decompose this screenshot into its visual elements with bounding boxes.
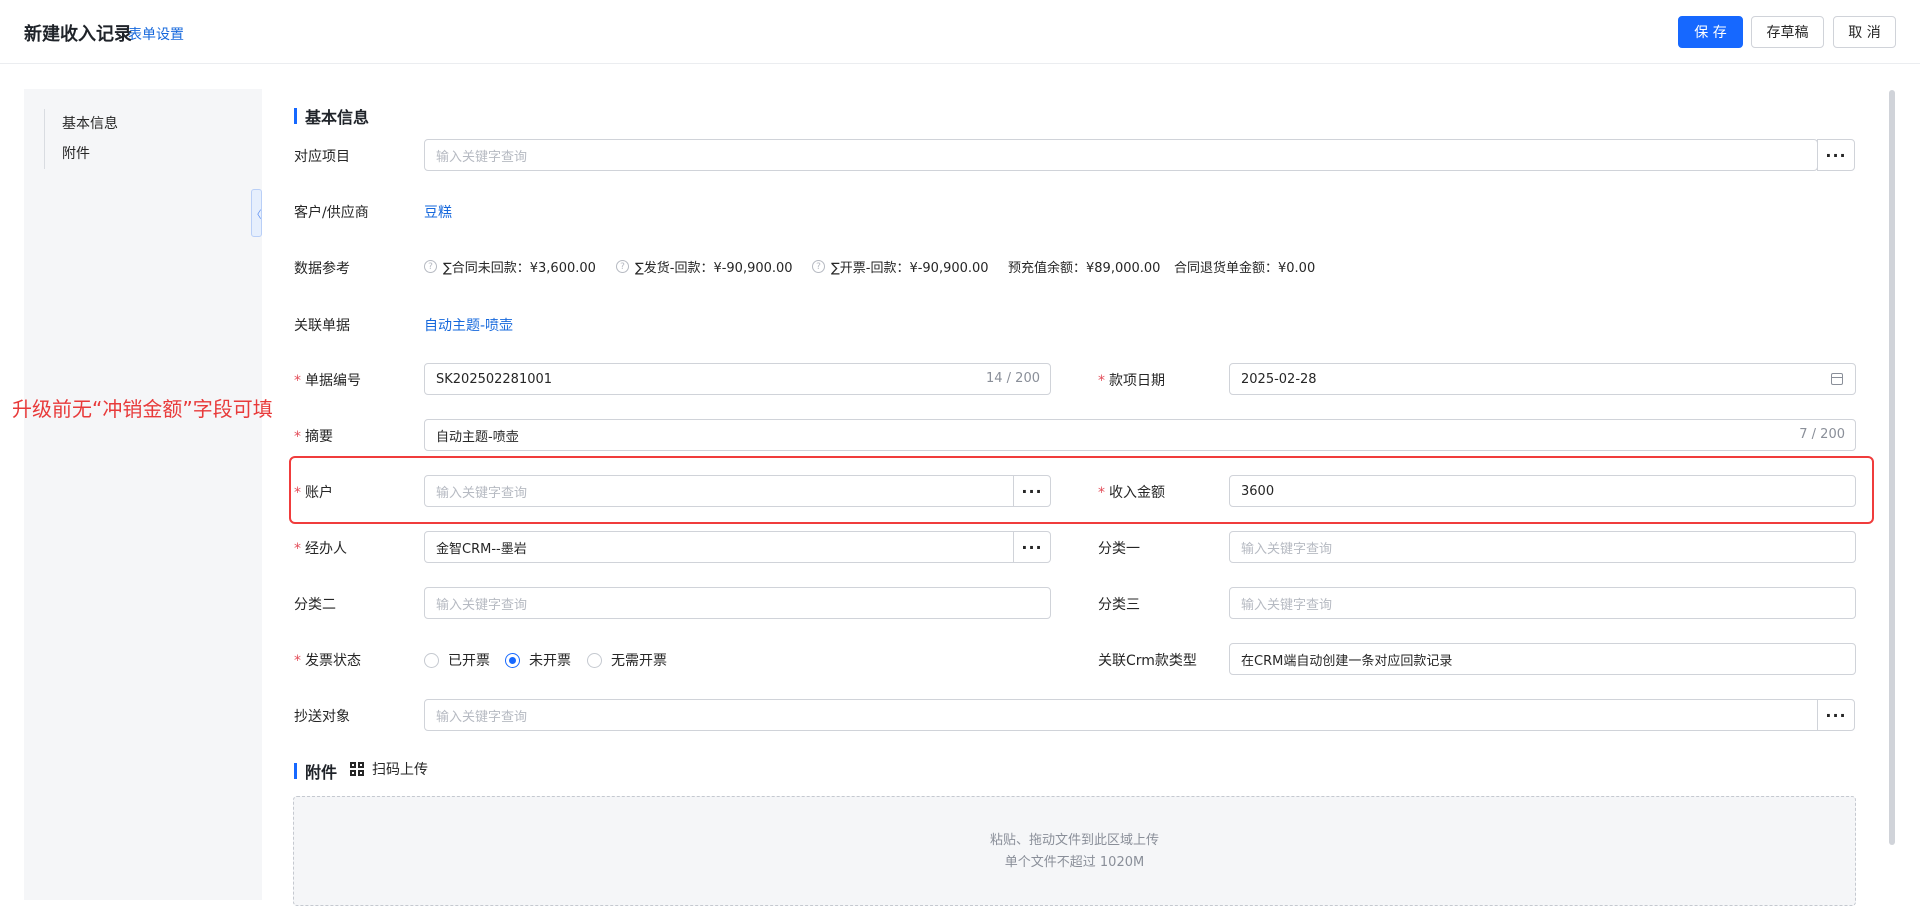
qr-code-icon: [350, 762, 364, 776]
category2-label: 分类二: [294, 597, 336, 613]
radio-circle: [424, 652, 439, 668]
summary-input[interactable]: 自动主题-喷壶 7 / 200: [424, 419, 1856, 451]
category1-input[interactable]: 输入关键字查询: [1229, 531, 1856, 563]
category3-input[interactable]: 输入关键字查询: [1229, 587, 1856, 619]
income-amount-label: * 收入金额: [1098, 485, 1165, 501]
page-title: 新建收入记录: [24, 24, 132, 45]
save-draft-button[interactable]: 存草稿: [1751, 16, 1824, 48]
cc-input[interactable]: 输入关键字查询: [424, 699, 1818, 731]
top-bar: 新建收入记录 表单设置 保 存 存草稿 取 消: [0, 0, 1920, 64]
sidebar-nav: 基本信息 附件: [44, 109, 118, 169]
project-input[interactable]: 输入关键字查询: [424, 139, 1818, 171]
handler-label: * 经办人: [294, 541, 347, 557]
ref-return-amount: 合同退货单金额：¥0.00: [1174, 261, 1316, 276]
related-doc-label: 关联单据: [294, 318, 350, 334]
crm-type-select[interactable]: 在CRM端自动创建一条对应回款记录: [1229, 643, 1856, 675]
related-doc-link[interactable]: 自动主题-喷壶: [424, 315, 513, 335]
payment-date-label: * 款项日期: [1098, 373, 1165, 389]
ref-contract-unpaid: ? ∑合同未回款：¥3,600.00: [424, 257, 596, 276]
help-icon[interactable]: ?: [812, 260, 825, 273]
section-title-basic-info: 基本信息: [294, 104, 369, 128]
category1-label: 分类一: [1098, 541, 1140, 557]
category3-label: 分类三: [1098, 597, 1140, 613]
sidebar: 基本信息 附件: [24, 89, 262, 900]
account-input[interactable]: 输入关键字查询: [424, 475, 1014, 507]
sidebar-collapse-handle[interactable]: 〈: [251, 189, 262, 237]
annotation-text: 升级前无“冲销金额”字段可填: [12, 397, 273, 421]
upload-hint-line1: 粘贴、拖动文件到此区域上传: [989, 833, 1159, 848]
cc-picker-button[interactable]: ···: [1817, 699, 1855, 731]
project-label: 对应项目: [294, 149, 350, 165]
chevron-left-icon: 〈: [251, 209, 262, 221]
save-button[interactable]: 保 存: [1678, 16, 1743, 48]
radio-circle-selected: [505, 652, 520, 668]
summary-label: * 摘要: [294, 429, 333, 445]
sidebar-item-attachments[interactable]: 附件: [62, 139, 118, 169]
ref-invoice-payment: ? ∑开票-回款：¥-90,900.00: [812, 257, 989, 276]
crm-type-label: 关联Crm款类型: [1098, 653, 1197, 669]
doc-number-label: * 单据编号: [294, 373, 361, 389]
account-label: * 账户: [294, 485, 333, 501]
handler-input[interactable]: 金智CRM--墨岩: [424, 531, 1014, 563]
doc-number-counter: 14 / 200: [986, 371, 1040, 386]
category2-input[interactable]: 输入关键字查询: [424, 587, 1051, 619]
invoice-status-label: * 发票状态: [294, 653, 361, 669]
form-settings-link[interactable]: 表单设置: [128, 24, 184, 44]
handler-picker-button[interactable]: ···: [1013, 531, 1051, 563]
doc-number-input[interactable]: SK202502281001 14 / 200: [424, 363, 1051, 395]
invoice-radio-issued[interactable]: 已开票: [424, 650, 490, 670]
invoice-radio-not-issued[interactable]: 未开票: [505, 650, 571, 670]
invoice-radio-not-required[interactable]: 无需开票: [587, 650, 667, 670]
section-title-attachments: 附件: [294, 759, 337, 783]
radio-circle: [587, 652, 602, 668]
help-icon[interactable]: ?: [424, 260, 437, 273]
help-icon[interactable]: ?: [616, 260, 629, 273]
cc-label: 抄送对象: [294, 709, 350, 725]
payment-date-input[interactable]: 2025-02-28: [1229, 363, 1856, 395]
calendar-icon: [1831, 373, 1843, 385]
account-picker-button[interactable]: ···: [1013, 475, 1051, 507]
scan-upload-button[interactable]: 扫码上传: [350, 759, 428, 779]
sidebar-item-basic-info[interactable]: 基本信息: [62, 109, 118, 139]
customer-label: 客户/供应商: [294, 205, 369, 221]
vertical-scrollbar[interactable]: [1889, 90, 1895, 845]
upload-drop-zone[interactable]: 粘贴、拖动文件到此区域上传 单个文件不超过 1020M: [293, 796, 1856, 906]
cancel-button[interactable]: 取 消: [1833, 16, 1896, 48]
ref-prepaid-balance: 预充值余额：¥89,000.00: [1008, 261, 1161, 276]
summary-counter: 7 / 200: [1799, 427, 1845, 442]
income-amount-input[interactable]: 3600: [1229, 475, 1856, 507]
data-reference-label: 数据参考: [294, 261, 350, 277]
project-picker-button[interactable]: ···: [1817, 139, 1855, 171]
ref-shipment-payment: ? ∑发货-回款：¥-90,900.00: [616, 257, 793, 276]
upload-hint-line2: 单个文件不超过 1020M: [1004, 855, 1145, 870]
customer-link[interactable]: 豆糕: [424, 202, 452, 222]
